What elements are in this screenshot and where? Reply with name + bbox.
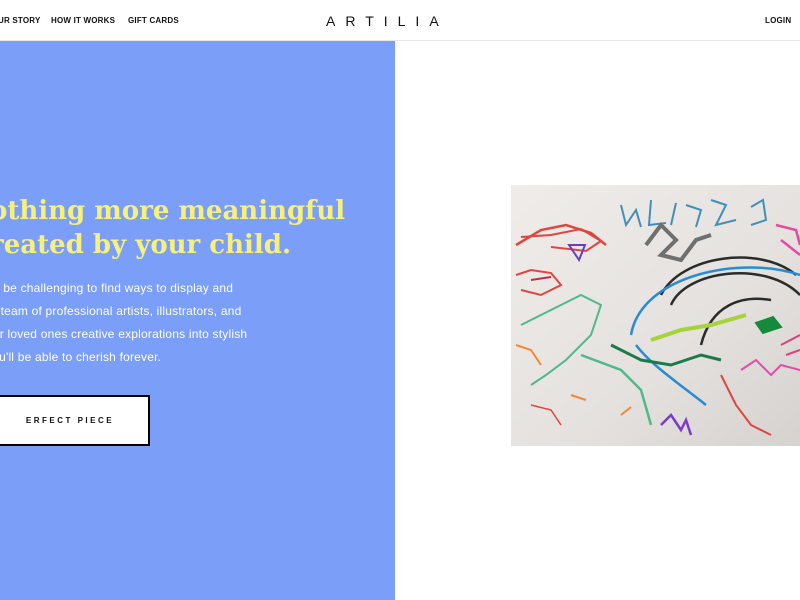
nav-gift-cards[interactable]: GIFT CARDS	[128, 16, 179, 25]
child-drawing-image	[511, 185, 800, 446]
hero-description-line-1: an be challenging to find ways to displa…	[0, 281, 234, 295]
site-logo[interactable]: ARTILIA	[326, 13, 460, 29]
hero-description: an be challenging to find ways to displa…	[0, 277, 316, 369]
site-header: UR STORY HOW IT WORKS GIFT CARDS ARTILIA…	[0, 0, 800, 41]
hero-headline-line-2: reated by your child.	[0, 230, 292, 260]
hero-description-line-2: ur team of professional artists, illustr…	[0, 304, 242, 318]
hero-headline: othing more meaningful reated by your ch…	[0, 194, 390, 262]
nav-our-story[interactable]: UR STORY	[0, 16, 41, 25]
hero-description-line-3: our loved ones creative explorations int…	[0, 327, 248, 341]
hero-headline-line-1: othing more meaningful	[0, 196, 346, 226]
nav-how-it-works[interactable]: HOW IT WORKS	[51, 16, 115, 25]
hero-description-line-4: you'll be able to cherish forever.	[0, 350, 162, 364]
hero-panel: othing more meaningful reated by your ch…	[0, 41, 395, 600]
cta-label: ERFECT PIECE	[25, 416, 115, 425]
child-drawing-icon	[511, 185, 800, 446]
find-perfect-piece-button[interactable]: ERFECT PIECE	[0, 395, 150, 446]
login-link[interactable]: LOGIN	[765, 16, 791, 25]
